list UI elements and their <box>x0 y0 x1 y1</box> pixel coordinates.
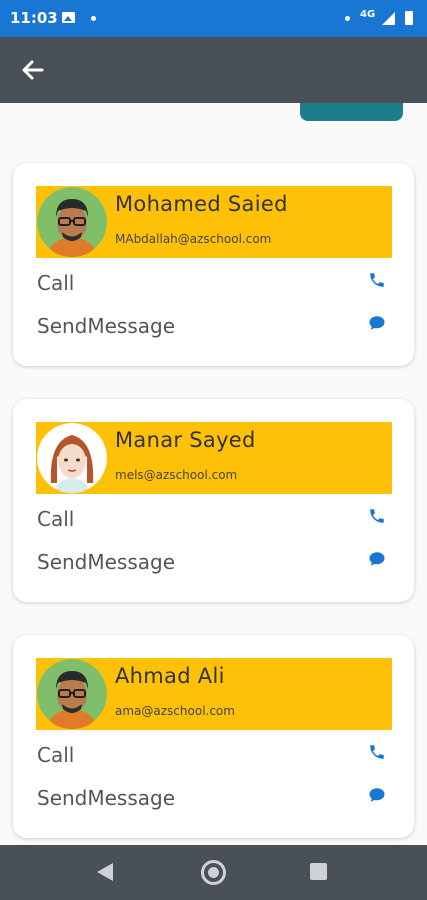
nav-back-icon[interactable] <box>97 863 113 881</box>
male-avatar-icon <box>37 187 107 257</box>
send-message-action[interactable]: SendMessage <box>37 550 175 574</box>
call-action[interactable]: Call <box>37 743 74 767</box>
contact-card: Manar Sayed mels@azschool.com Call SendM… <box>13 399 414 602</box>
status-time: 11:03 <box>10 9 58 27</box>
contact-email: MAbdallah@azschool.com <box>115 232 272 246</box>
avatar <box>37 423 107 493</box>
signal-icon <box>382 12 395 25</box>
contact-name: Manar Sayed <box>115 428 256 452</box>
contact-header[interactable]: Manar Sayed mels@azschool.com <box>36 422 392 494</box>
send-message-action[interactable]: SendMessage <box>37 786 175 810</box>
avatar <box>37 659 107 729</box>
teal-tab-button[interactable] <box>300 103 403 121</box>
contact-header[interactable]: Ahmad Ali ama@azschool.com <box>36 658 392 730</box>
phone-icon[interactable] <box>368 743 386 761</box>
call-action[interactable]: Call <box>37 507 74 531</box>
call-action[interactable]: Call <box>37 271 74 295</box>
app-bar <box>0 37 427 103</box>
contact-card: Ahmad Ali ama@azschool.com Call SendMess… <box>13 635 414 838</box>
contact-name: Ahmad Ali <box>115 664 225 688</box>
image-icon <box>62 12 75 23</box>
female-avatar-icon <box>37 423 107 493</box>
send-message-action[interactable]: SendMessage <box>37 314 175 338</box>
contact-name: Mohamed Saied <box>115 192 288 216</box>
system-nav-bar <box>0 845 427 900</box>
contact-email: mels@azschool.com <box>115 468 238 482</box>
status-bar: 11:03 4G <box>0 0 427 37</box>
phone-icon[interactable] <box>368 507 386 525</box>
contact-email: ama@azschool.com <box>115 704 235 718</box>
network-type: 4G <box>360 9 376 20</box>
dot-icon <box>345 16 350 21</box>
contact-card: Mohamed Saied MAbdallah@azschool.com Cal… <box>13 163 414 366</box>
nav-recent-apps-icon[interactable] <box>310 863 327 880</box>
contact-list: Mohamed Saied MAbdallah@azschool.com Cal… <box>0 103 427 845</box>
back-button[interactable] <box>16 53 50 87</box>
contact-header[interactable]: Mohamed Saied MAbdallah@azschool.com <box>36 186 392 258</box>
nav-home-icon[interactable] <box>201 860 226 885</box>
chat-bubble-icon[interactable] <box>368 550 386 568</box>
notification-dot-icon <box>91 16 96 21</box>
phone-icon[interactable] <box>368 271 386 289</box>
chat-bubble-icon[interactable] <box>368 314 386 332</box>
male-avatar-icon <box>37 659 107 729</box>
chat-bubble-icon[interactable] <box>368 786 386 804</box>
arrow-left-icon <box>22 60 44 80</box>
battery-icon <box>405 11 413 25</box>
avatar <box>37 187 107 257</box>
